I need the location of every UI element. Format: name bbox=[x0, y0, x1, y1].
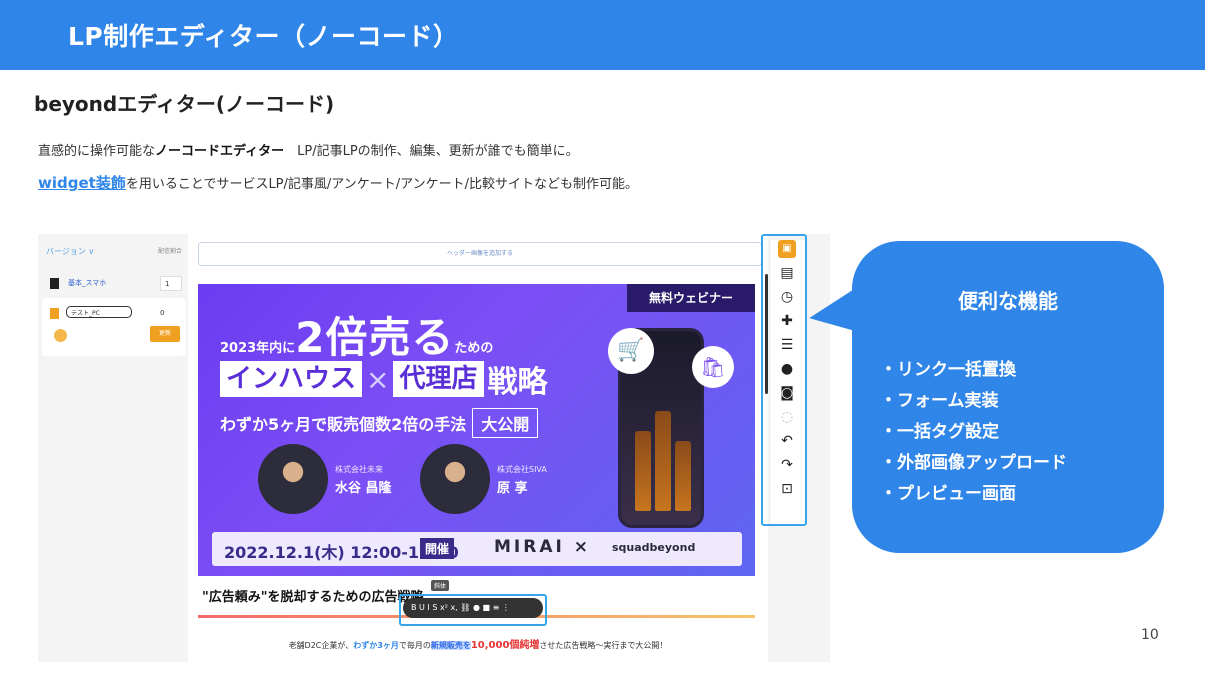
version-row[interactable]: 基本_スマホ 1 bbox=[44, 274, 184, 296]
feature-item: ・一括タグ設定 bbox=[880, 422, 999, 442]
version-name: 基本_スマホ bbox=[68, 279, 107, 287]
shopping-bag-icon: 🛍 bbox=[692, 346, 734, 388]
webinar-banner-image[interactable]: 無料ウェビナー 2023年内に2倍売るための インハウス × 代理店 戦略 わずか5ヶ… bbox=[198, 284, 755, 576]
body-text: わずか3ヶ月 bbox=[353, 641, 399, 650]
banner-badge: 無料ウェビナー bbox=[627, 284, 755, 312]
ratio-stepper[interactable]: 1 bbox=[160, 276, 182, 291]
body-text: させた広告戦略〜実行まで大公開！ bbox=[539, 641, 668, 650]
ratio-label: 配信割合 bbox=[158, 248, 183, 255]
tooltip: 斜体 bbox=[431, 580, 450, 591]
banner-headline: 2023年内に2倍売るための bbox=[220, 304, 493, 365]
speaker-photo bbox=[420, 444, 490, 514]
speaker-company: 株式会社未来 bbox=[335, 465, 383, 474]
bottle-shape bbox=[675, 441, 691, 511]
highlight-box bbox=[399, 594, 547, 626]
widget-link[interactable]: widget装飾 bbox=[38, 174, 126, 192]
banner-text: 代理店 bbox=[393, 361, 484, 397]
document-icon bbox=[50, 278, 59, 289]
body-paragraph[interactable]: 老舗D2C企業が、わずか3ヶ月で毎月の新規販売を10,000個純増させた広告戦略… bbox=[188, 636, 768, 651]
squadbeyond-logo: squadbeyond bbox=[612, 541, 696, 554]
page-number: 10 bbox=[1141, 627, 1159, 643]
section-heading[interactable]: "広告頼み"を脱却するための広告戦略 bbox=[202, 586, 424, 605]
update-button[interactable]: 更新 bbox=[150, 326, 180, 342]
status-icon bbox=[54, 329, 67, 342]
ratio-stepper[interactable]: 0 bbox=[156, 306, 178, 321]
body-text: 老舗D2C企業が、 bbox=[288, 641, 354, 650]
bottle-shape bbox=[635, 431, 651, 511]
banner-text: わずか5ヶ月で販売個数2倍の手法 bbox=[220, 415, 467, 434]
highlight-box bbox=[761, 234, 807, 526]
callout-title: 便利な機能 bbox=[958, 289, 1058, 313]
speaker-2: 株式会社SIVA 原 享 bbox=[497, 464, 547, 496]
feature-item: ・外部画像アップロード bbox=[880, 453, 1067, 473]
speaker-company: 株式会社SIVA bbox=[497, 465, 547, 474]
banner-text: × bbox=[366, 362, 390, 396]
feature-item: ・リンク一括置換 bbox=[880, 360, 1016, 380]
banner-subline: わずか5ヶ月で販売個数2倍の手法 大公開 bbox=[220, 408, 539, 438]
cart-icon: 🛒 bbox=[608, 328, 654, 374]
banner-text: 2023年内に bbox=[220, 341, 296, 356]
description-line-2: widget装飾を用いることでサービスLP/記事風/アンケート/アンケート/比較… bbox=[38, 172, 638, 193]
speaker-1: 株式会社未来 水谷 昌隆 bbox=[335, 464, 392, 496]
body-text: で毎月の bbox=[398, 641, 431, 650]
title-banner: LP制作エディター（ノーコード） bbox=[0, 0, 1205, 70]
speaker-name: 原 享 bbox=[497, 481, 528, 496]
version-card: テスト_PC 0 更新 bbox=[42, 298, 186, 356]
feature-item: ・フォーム実装 bbox=[880, 391, 999, 411]
version-panel: バージョン ∨ 配信割合 基本_スマホ 1 テスト_PC 0 更新 bbox=[38, 234, 188, 662]
version-dropdown[interactable]: バージョン ∨ bbox=[46, 246, 94, 257]
body-text: 新規販売を bbox=[430, 641, 471, 650]
desc-text: 直感的に操作可能な bbox=[38, 144, 156, 159]
document-icon bbox=[50, 308, 59, 319]
banner-text: ための bbox=[454, 341, 494, 356]
bottle-shape bbox=[655, 411, 671, 511]
banner-text: 大公開 bbox=[472, 408, 539, 438]
feature-list: ・リンク一括置換 ・フォーム実装 ・一括タグ設定 ・外部画像アップロード ・プレ… bbox=[880, 355, 1067, 510]
feature-item: ・プレビュー画面 bbox=[880, 484, 1016, 504]
speaker-name: 水谷 昌隆 bbox=[335, 481, 392, 496]
editor-screenshot: バージョン ∨ 配信割合 基本_スマホ 1 テスト_PC 0 更新 ヘッダー画像… bbox=[38, 234, 830, 662]
desc-text: を用いることでサービスLP/記事風/アンケート/アンケート/比較サイトなども制作… bbox=[125, 177, 639, 192]
banner-text: 戦略 bbox=[487, 365, 548, 400]
slide: LP制作エディター（ノーコード） beyondエディター(ノーコード) 直感的に… bbox=[0, 0, 1205, 676]
section-subtitle: beyondエディター(ノーコード) bbox=[34, 92, 335, 116]
features-callout: 便利な機能 ・リンク一括置換 ・フォーム実装 ・一括タグ設定 ・外部画像アップロ… bbox=[852, 241, 1164, 553]
add-header-image-button[interactable]: ヘッダー画像を追加する bbox=[198, 242, 762, 266]
speaker-photo bbox=[258, 444, 328, 514]
page-title: LP制作エディター（ノーコード） bbox=[68, 22, 459, 51]
banner-strategy: インハウス × 代理店 戦略 bbox=[220, 357, 548, 401]
version-name-input[interactable]: テスト_PC bbox=[66, 306, 132, 318]
banner-text: インハウス bbox=[220, 361, 363, 397]
banner-text: 2倍売る bbox=[295, 313, 455, 362]
page-canvas: ヘッダー画像を追加する 無料ウェビナー 2023年内に2倍売るための インハウス… bbox=[188, 234, 768, 662]
desc-text: LP/記事LPの制作、編集、更新が誰でも簡単に。 bbox=[284, 144, 579, 159]
description-line-1: 直感的に操作可能なノーコードエディター LP/記事LPの制作、編集、更新が誰でも… bbox=[38, 140, 579, 159]
mirai-logo: MIRAI × bbox=[494, 537, 591, 557]
body-text: 10,000個純増 bbox=[470, 640, 540, 651]
banner-date-bar: 2022.12.1(木) 12:00-13:00 開催 MIRAI × squa… bbox=[212, 532, 742, 566]
event-badge: 開催 bbox=[420, 538, 455, 559]
desc-bold: ノーコードエディター bbox=[155, 144, 285, 159]
